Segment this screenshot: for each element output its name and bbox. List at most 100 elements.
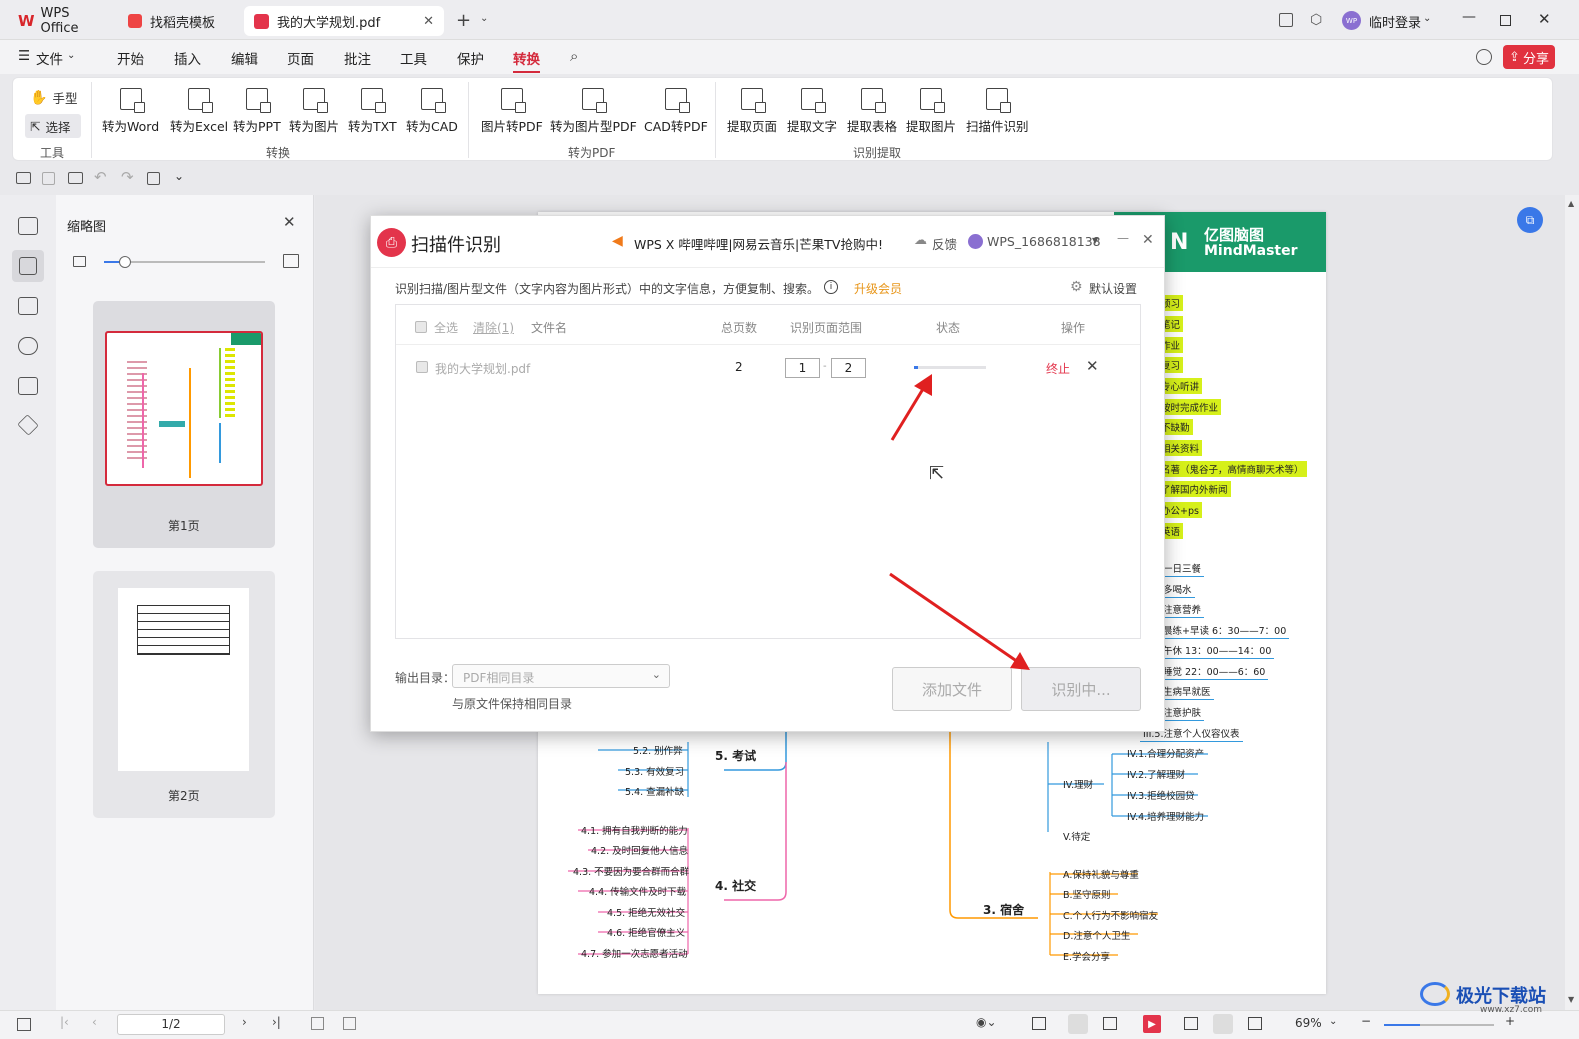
zoom-level[interactable]: 69% xyxy=(1295,1016,1322,1030)
zoom-out-icon[interactable]: − xyxy=(1361,1014,1371,1028)
minimize-icon[interactable]: — xyxy=(1462,9,1476,25)
undo-icon[interactable]: ↶ xyxy=(94,168,107,186)
user-name[interactable]: WPS_1686818138 xyxy=(987,234,1101,249)
default-settings-link[interactable]: 默认设置 xyxy=(1089,280,1137,297)
menu-protect[interactable]: 保护 xyxy=(457,48,484,68)
to-image-pdf-button[interactable]: 转为图片型PDF xyxy=(550,88,637,135)
float-tool-icon[interactable]: ⧉ xyxy=(1517,207,1543,233)
to-word-button[interactable]: 转为Word xyxy=(102,88,159,135)
menu-page[interactable]: 页面 xyxy=(287,48,314,68)
screenshot-icon[interactable] xyxy=(1248,1017,1262,1030)
upgrade-link[interactable]: 升级会员 xyxy=(854,280,902,297)
sidebar-toggle-icon[interactable] xyxy=(17,1018,31,1031)
menu-insert[interactable]: 插入 xyxy=(174,48,201,68)
menu-comment[interactable]: 批注 xyxy=(344,48,371,68)
extract-image-button[interactable]: 提取图片 xyxy=(906,88,956,135)
comment-icon[interactable] xyxy=(18,297,38,315)
settings-icon[interactable]: ⚙ xyxy=(1070,279,1083,295)
page-number-input[interactable]: 1/2 xyxy=(117,1014,225,1035)
next-page-icon[interactable]: › xyxy=(242,1015,247,1029)
to-excel-button[interactable]: 转为Excel xyxy=(170,88,228,135)
extract-page-button[interactable]: 提取页面 xyxy=(727,88,777,135)
minimize-icon[interactable]: — xyxy=(1117,231,1129,245)
copy-icon[interactable] xyxy=(147,172,160,185)
menu-file[interactable]: 文件 xyxy=(36,48,63,68)
menu-hamburger-icon[interactable]: ☰ xyxy=(18,48,30,64)
avatar[interactable]: WP xyxy=(1342,11,1361,30)
maximize-icon[interactable] xyxy=(1500,15,1511,26)
close-dialog-icon[interactable]: ✕ xyxy=(1142,232,1154,248)
menu-start[interactable]: 开始 xyxy=(117,48,144,68)
fit-page-icon[interactable] xyxy=(1213,1014,1233,1034)
share-button[interactable]: ⇪ 分享 xyxy=(1503,45,1555,69)
thumbnail-page-2[interactable]: 第2页 xyxy=(93,571,275,818)
scan-ocr-button[interactable]: 扫描件识别 xyxy=(966,88,1029,135)
forward-icon[interactable] xyxy=(343,1017,356,1030)
signature-icon[interactable] xyxy=(18,377,38,395)
fit-width-icon[interactable] xyxy=(1032,1017,1046,1030)
promo-text[interactable]: WPS X 哔哩哔哩|网易云音乐|芒果TV抢购中! xyxy=(634,234,883,253)
last-page-icon[interactable]: ›| xyxy=(272,1015,281,1029)
chevron-down-icon[interactable]: ▼ xyxy=(1092,236,1098,245)
close-panel-icon[interactable]: ✕ xyxy=(283,213,296,231)
extract-table-button[interactable]: 提取表格 xyxy=(847,88,897,135)
prev-page-icon[interactable]: ‹ xyxy=(92,1015,97,1029)
menu-tools[interactable]: 工具 xyxy=(400,48,427,68)
cad-to-pdf-button[interactable]: CAD转PDF xyxy=(644,88,708,135)
extract-text-button[interactable]: 提取文字 xyxy=(787,88,837,135)
info-icon[interactable]: i xyxy=(824,280,838,294)
bookmark-icon[interactable] xyxy=(18,217,38,235)
large-image-icon[interactable] xyxy=(283,254,299,268)
to-cad-button[interactable]: 转为CAD xyxy=(406,88,458,135)
remove-row-icon[interactable]: ✕ xyxy=(1086,357,1099,375)
cloud-sync-icon[interactable] xyxy=(1476,49,1492,65)
to-txt-button[interactable]: 转为TXT xyxy=(348,88,397,135)
clear-link[interactable]: 清除(1) xyxy=(473,319,514,336)
chevron-down-icon[interactable]: ⌄ xyxy=(480,13,488,24)
hand-tool-button[interactable]: ✋ 手型 xyxy=(30,88,77,107)
output-select[interactable]: PDF相同目录 ⌄ xyxy=(452,664,670,688)
read-mode-icon[interactable] xyxy=(1184,1017,1198,1030)
select-all-checkbox[interactable] xyxy=(415,321,427,333)
thumbnail-page-1[interactable]: 第1页 xyxy=(93,301,275,548)
to-ppt-button[interactable]: 转为PPT xyxy=(233,88,281,135)
feedback-link[interactable]: 反馈 xyxy=(932,234,957,253)
small-image-icon[interactable] xyxy=(73,256,86,267)
range-to-input[interactable]: 2 xyxy=(831,358,866,378)
chevron-down-icon[interactable]: ⌄ xyxy=(1423,13,1431,24)
eye-icon[interactable]: ◉⌄ xyxy=(976,1015,997,1029)
tab-template[interactable]: 找稻壳模板 xyxy=(118,6,240,36)
layout-icon[interactable] xyxy=(1279,13,1293,27)
redo-icon[interactable]: ↷ xyxy=(121,168,134,186)
two-page-icon[interactable] xyxy=(1103,1017,1117,1030)
menu-edit[interactable]: 编辑 xyxy=(231,48,258,68)
new-tab-icon[interactable]: + xyxy=(456,10,471,31)
attachment-icon[interactable] xyxy=(18,337,38,355)
to-image-button[interactable]: 转为图片 xyxy=(289,88,339,135)
chevron-down-icon[interactable]: ⌄ xyxy=(174,169,184,183)
tab-pdf-document[interactable]: 我的大学规划.pdf ✕ xyxy=(244,6,444,36)
open-folder-icon[interactable] xyxy=(16,172,31,184)
image-to-pdf-button[interactable]: 图片转PDF xyxy=(481,88,543,135)
zoom-slider[interactable] xyxy=(1384,1024,1494,1026)
search-icon[interactable]: ⌕ xyxy=(570,47,578,65)
layers-icon[interactable] xyxy=(17,414,39,436)
close-tab-icon[interactable]: ✕ xyxy=(423,14,434,29)
chevron-down-icon[interactable]: ⌄ xyxy=(1329,1016,1337,1027)
user-avatar[interactable] xyxy=(968,234,983,249)
login-label[interactable]: 临时登录 xyxy=(1369,12,1421,31)
scrollbar[interactable]: ▲ ▼ xyxy=(1565,195,1579,1010)
close-window-icon[interactable]: ✕ xyxy=(1538,10,1551,28)
single-page-icon[interactable] xyxy=(1068,1014,1088,1034)
row-checkbox[interactable] xyxy=(416,361,428,373)
first-page-icon[interactable]: |‹ xyxy=(60,1015,69,1029)
cube-icon[interactable]: ⬡ xyxy=(1310,12,1322,28)
menu-convert[interactable]: 转换 xyxy=(513,48,540,73)
print-icon[interactable] xyxy=(68,172,83,184)
feedback-icon[interactable]: ☁ xyxy=(914,233,927,248)
thumbnail-size-slider[interactable] xyxy=(104,256,265,268)
save-icon[interactable] xyxy=(42,172,55,185)
select-tool-button[interactable]: ⇱ 选择 xyxy=(25,114,81,138)
play-icon[interactable]: ▶ xyxy=(1143,1015,1161,1033)
range-from-input[interactable]: 1 xyxy=(785,358,820,378)
